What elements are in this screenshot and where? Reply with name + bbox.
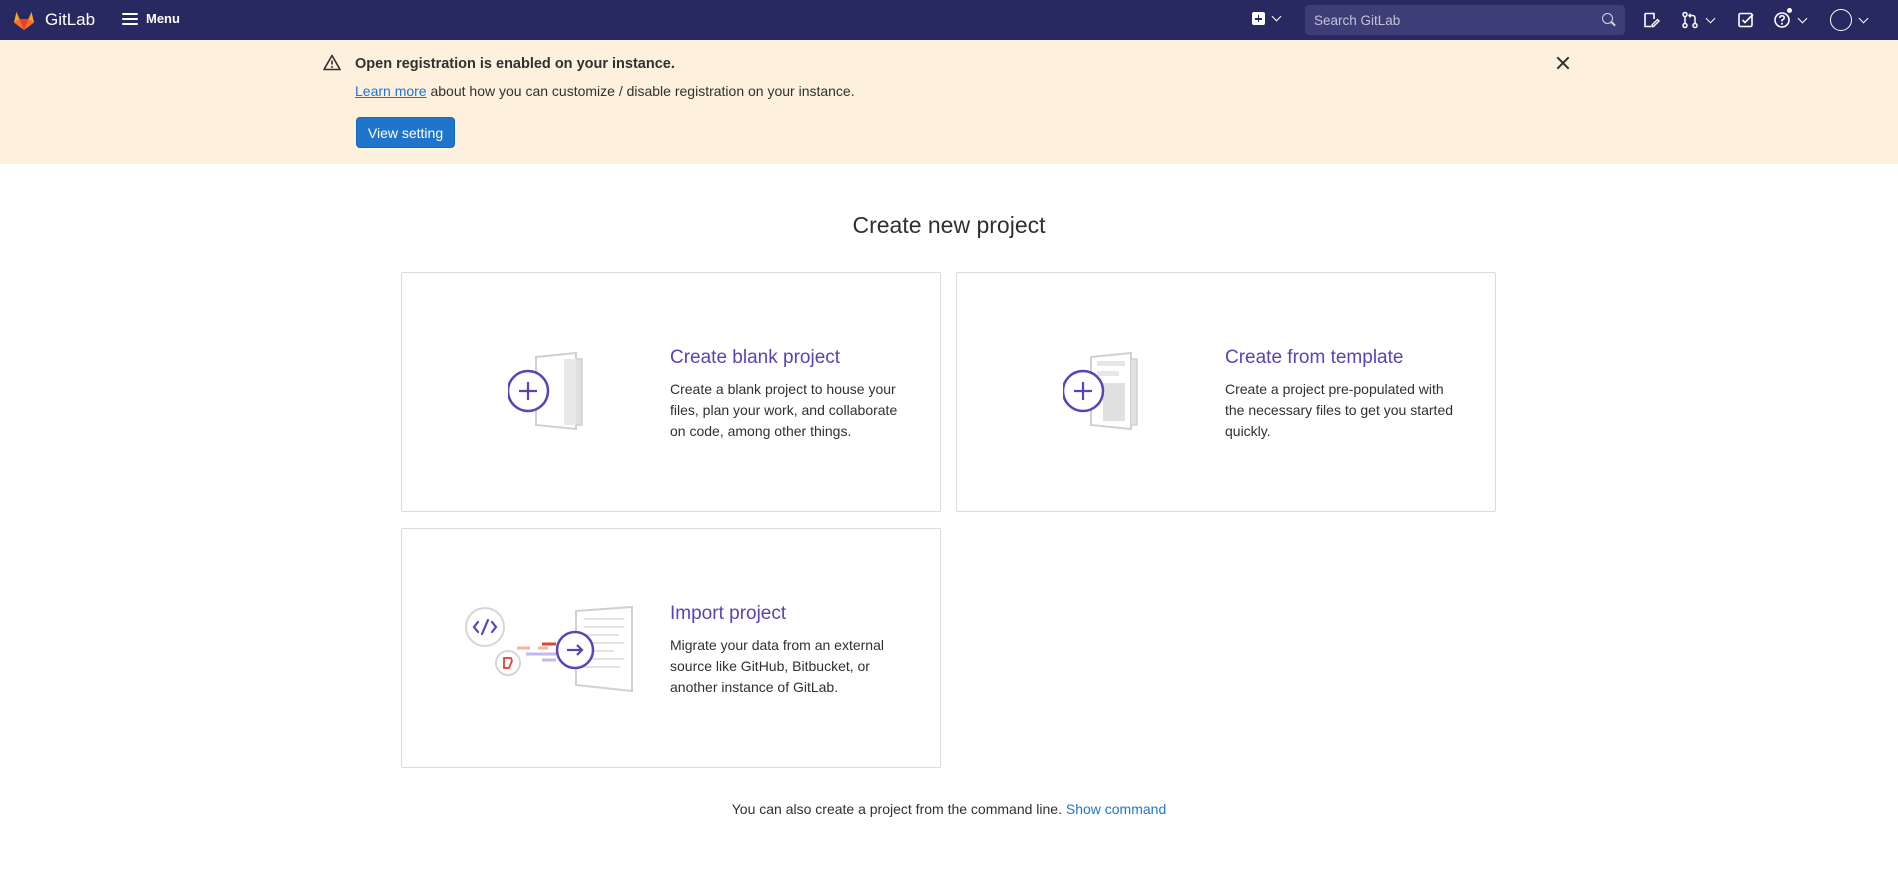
menu-button[interactable]: Menu	[122, 11, 180, 26]
close-icon[interactable]	[1556, 56, 1570, 70]
create-new-dropdown[interactable]	[1252, 11, 1282, 25]
learn-more-link[interactable]: Learn more	[355, 83, 427, 99]
command-line-hint-text: You can also create a project from the c…	[731, 801, 1066, 817]
command-line-hint: You can also create a project from the c…	[0, 801, 1898, 817]
card-description: Create a blank project to house your fil…	[670, 381, 898, 439]
plus-square-icon	[1252, 12, 1265, 25]
template-project-illustration	[1063, 351, 1138, 431]
user-menu-dropdown[interactable]	[1830, 9, 1869, 31]
view-setting-button[interactable]: View setting	[356, 117, 455, 148]
create-blank-project-card[interactable]: Create blank project Create a blank proj…	[401, 272, 941, 512]
search-box[interactable]	[1305, 5, 1625, 35]
todo-icon	[1738, 12, 1754, 28]
top-navbar: GitLab Menu	[0, 0, 1898, 40]
card-title: Import project	[670, 603, 787, 624]
banner-body: Learn more about how you can customize /…	[355, 83, 855, 99]
chevron-down-icon	[1858, 13, 1869, 23]
issues-button[interactable]	[1642, 11, 1660, 29]
registration-alert-banner	[0, 40, 1898, 164]
notification-dot	[1786, 7, 1793, 14]
menu-label: Menu	[146, 11, 180, 26]
gitlab-logo-icon	[14, 12, 34, 30]
page-title: Create new project	[852, 212, 1046, 238]
warning-icon	[323, 54, 341, 71]
show-command-link[interactable]: Show command	[1066, 801, 1166, 817]
chevron-down-icon	[1271, 11, 1282, 22]
merge-request-icon	[1682, 11, 1698, 29]
avatar-icon	[1830, 9, 1852, 31]
banner-body-text: about how you can customize / disable re…	[426, 83, 855, 99]
card-description: Create a project pre-populated with the …	[1225, 381, 1454, 439]
card-title: Create blank project	[670, 347, 841, 368]
todos-button[interactable]	[1737, 11, 1755, 29]
import-project-illustration	[465, 605, 633, 693]
chevron-down-icon	[1797, 13, 1808, 23]
search-input[interactable]	[1314, 12, 1602, 28]
search-icon	[1602, 13, 1616, 27]
import-project-card[interactable]: Import project Migrate your data from an…	[401, 528, 941, 768]
issues-icon	[1644, 12, 1660, 28]
gitlab-home-link[interactable]: GitLab	[12, 8, 95, 32]
card-title: Create from template	[1225, 347, 1404, 368]
help-dropdown[interactable]	[1773, 7, 1808, 29]
create-from-template-card[interactable]: Create from template Create a project pr…	[956, 272, 1496, 512]
chevron-down-icon	[1705, 13, 1716, 23]
card-description: Migrate your data from an external sourc…	[670, 637, 884, 695]
hamburger-icon	[122, 12, 138, 25]
gitlab-logo-text: GitLab	[45, 10, 96, 29]
banner-title: Open registration is enabled on your ins…	[355, 56, 675, 72]
merge-requests-dropdown[interactable]	[1681, 11, 1716, 29]
blank-project-illustration	[508, 351, 583, 431]
